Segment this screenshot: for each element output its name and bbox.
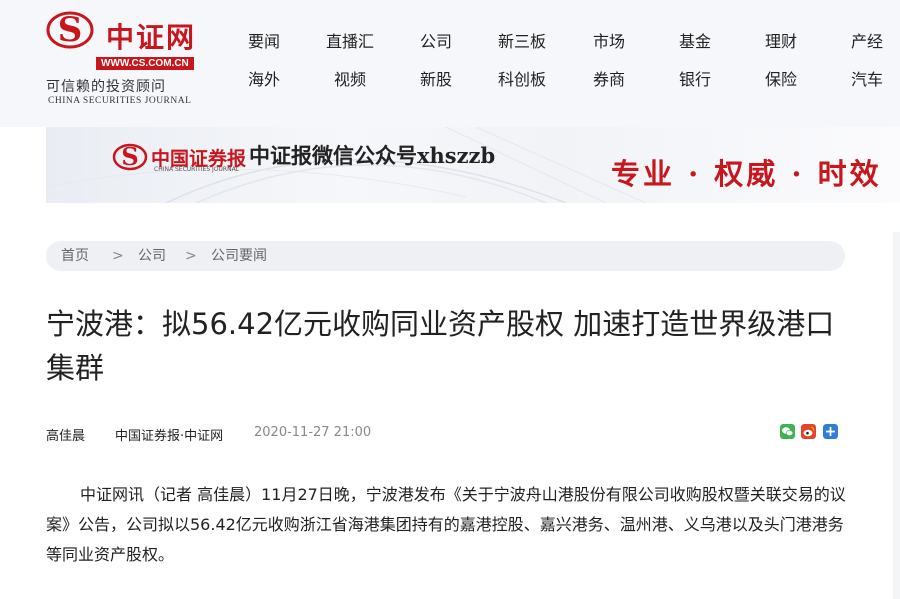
site-logo[interactable]: S 中证网 WWW.CS.COM.CN 可信赖的投资顾问 CHINA SECUR…	[46, 10, 216, 110]
logo-emblem-icon: S	[46, 10, 94, 50]
logo-url: WWW.CS.COM.CN	[96, 57, 194, 70]
article-source: 中国证券报·中证网	[115, 429, 224, 444]
main-nav: 要闻 直播汇 公司 新三板 市场 基金 理财 产经 海外 视频 新股 科创板 券…	[230, 28, 900, 104]
wechat-banner[interactable]: S 中国证券报 CHINA SECURITIES JOURNAL 中证报微信公众…	[46, 127, 900, 203]
svg-text:S: S	[58, 10, 83, 50]
nav-item-jijin[interactable]: 基金	[679, 28, 711, 52]
breadcrumb: 首页 > 公司 > 公司要闻	[46, 241, 845, 271]
nav-row-2: 海外 视频 新股 科创板 券商 银行 保险 汽车	[230, 66, 900, 104]
breadcrumb-company[interactable]: 公司	[138, 241, 166, 271]
breadcrumb-separator: >	[185, 248, 197, 264]
nav-item-yinhang[interactable]: 银行	[679, 66, 711, 90]
more-share-icon[interactable]	[823, 424, 838, 439]
banner-logo-icon: S	[112, 143, 148, 171]
nav-item-yaowen[interactable]: 要闻	[248, 28, 280, 52]
site-header: S 中证网 WWW.CS.COM.CN 可信赖的投资顾问 CHINA SECUR…	[0, 0, 900, 127]
nav-item-shichang[interactable]: 市场	[593, 28, 625, 52]
nav-item-qiche[interactable]: 汽车	[851, 66, 883, 90]
nav-item-shipin[interactable]: 视频	[334, 66, 366, 90]
svg-text:S: S	[121, 143, 138, 171]
banner-slogan: 专业 · 权威 · 时效	[611, 157, 882, 191]
right-sidebar	[893, 232, 900, 599]
breadcrumb-separator: >	[112, 248, 124, 264]
nav-item-zhibohui[interactable]: 直播汇	[326, 28, 374, 52]
banner-logo-english: CHINA SECURITIES JOURNAL	[154, 166, 240, 173]
nav-item-xingu[interactable]: 新股	[420, 66, 452, 90]
weibo-icon[interactable]	[801, 424, 816, 439]
nav-row-1: 要闻 直播汇 公司 新三板 市场 基金 理财 产经	[230, 28, 900, 66]
logo-slogan: 可信赖的投资顾问	[46, 79, 166, 95]
banner-wechat-text: 中证报微信公众号xhszzb	[249, 143, 496, 168]
nav-item-haiwai[interactable]: 海外	[248, 66, 280, 90]
nav-item-kechuangban[interactable]: 科创板	[498, 66, 546, 90]
article-author: 高佳晨	[46, 429, 86, 444]
wechat-icon[interactable]	[780, 424, 795, 439]
article-paragraph: 中证网讯（记者 高佳晨）11月27日晚，宁波港发布《关于宁波舟山港股份有限公司收…	[46, 485, 846, 564]
logo-english: CHINA SECURITIES JOURNAL	[48, 96, 192, 106]
logo-title: 中证网	[106, 21, 197, 54]
article-title: 宁波港：拟56.42亿元收购同业资产股权 加速打造世界级港口集群	[46, 307, 835, 385]
nav-item-gongsi[interactable]: 公司	[420, 28, 452, 52]
nav-item-xinsanban[interactable]: 新三板	[498, 28, 546, 52]
nav-item-baoxian[interactable]: 保险	[765, 66, 797, 90]
nav-item-licai[interactable]: 理财	[765, 28, 797, 52]
breadcrumb-home[interactable]: 首页	[61, 241, 89, 271]
nav-item-quanshang[interactable]: 券商	[593, 66, 625, 90]
article-time: 2020-11-27 21:00	[254, 425, 372, 440]
nav-item-chanjing[interactable]: 产经	[851, 28, 883, 52]
breadcrumb-company-news[interactable]: 公司要闻	[211, 241, 267, 271]
